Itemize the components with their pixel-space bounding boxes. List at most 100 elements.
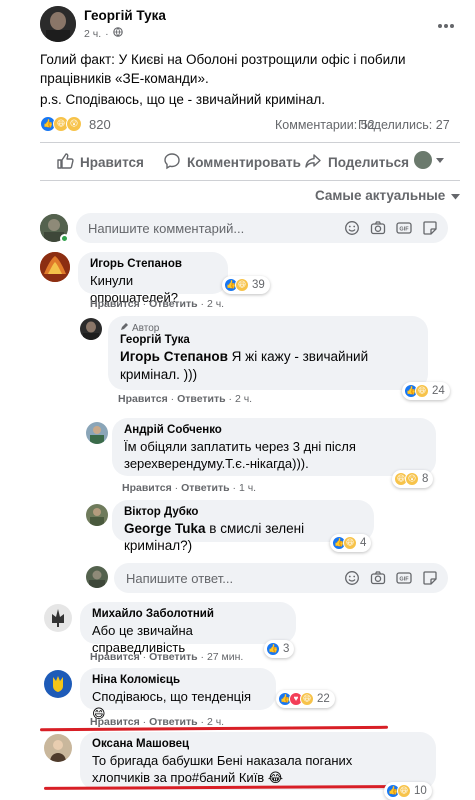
online-status-dot [60, 234, 69, 243]
commenter-name[interactable]: Игорь Степанов [90, 258, 216, 270]
comment-time[interactable]: 1 ч. [239, 482, 256, 494]
sticker-icon[interactable] [422, 570, 438, 586]
more-options-icon[interactable] [436, 16, 456, 28]
share-button[interactable]: Поделиться [304, 152, 409, 173]
smiley-icon[interactable] [344, 220, 360, 236]
wow-reaction-icon: 😮 [405, 472, 419, 486]
commenter-name[interactable]: Георгій Тука [120, 334, 416, 346]
comment-icon [163, 152, 181, 173]
comment-time[interactable]: 2 ч. [235, 393, 252, 405]
comment-time[interactable]: 2 ч. [207, 298, 224, 310]
separator: · [142, 298, 147, 310]
comment-reactions[interactable]: 👍 😆 24 [402, 382, 450, 400]
comment-input[interactable]: Напишите комментарий... GIF [76, 213, 448, 243]
comment-text: Игорь Степанов Я жі кажу - звичайний кри… [120, 348, 416, 384]
avatar[interactable] [86, 504, 108, 526]
smiley-icon[interactable] [344, 570, 360, 586]
haha-reaction-icon: 😆 [300, 692, 314, 706]
reaction-count: 10 [414, 785, 427, 797]
commenter-name[interactable]: Оксана Машовец [92, 738, 424, 750]
like-link[interactable]: Нравится [118, 393, 168, 405]
like-button[interactable]: Нравится [56, 152, 144, 173]
comment-time[interactable]: 27 мин. [207, 651, 243, 663]
reaction-count: 24 [432, 385, 445, 397]
post-author-name[interactable]: Георгій Тука [84, 8, 166, 23]
reaction-count: 4 [360, 537, 367, 549]
commenter-name[interactable]: Віктор Дубко [124, 506, 362, 518]
like-label: Нравится [80, 155, 144, 170]
like-link[interactable]: Нравится [90, 651, 140, 663]
like-link[interactable]: Нравится [90, 716, 140, 728]
reply-input[interactable]: Напишите ответ... GIF [114, 563, 448, 593]
reply-link[interactable]: Ответить [149, 651, 198, 663]
reply-link[interactable]: Ответить [149, 298, 198, 310]
camera-icon[interactable] [370, 570, 386, 586]
avatar[interactable] [40, 252, 70, 282]
sort-label: Самые актуальные [315, 188, 446, 203]
wow-reaction-icon: 😮 [66, 116, 82, 132]
separator: · [142, 716, 147, 728]
comment-bubble: Игорь Степанов Кинули опрошателей? [78, 252, 228, 305]
comment-reactions[interactable]: 👍 😆 39 [222, 276, 270, 294]
sort-dropdown[interactable]: Самые актуальные [315, 188, 461, 203]
avatar[interactable] [80, 318, 102, 340]
comment-actions: Нравится · Ответить · 1 ч. [122, 482, 256, 494]
like-link[interactable]: Нравится [90, 298, 140, 310]
share-as-selector[interactable] [414, 151, 444, 169]
divider [40, 142, 460, 143]
reactions-count: 820 [89, 116, 111, 132]
separator: · [200, 651, 205, 663]
mention-link[interactable]: Игорь Степанов [120, 349, 228, 364]
like-link[interactable]: Нравится [122, 482, 172, 494]
separator: · [228, 393, 233, 405]
comment-bubble: Оксана Машовец То бригада бабушки Бені н… [80, 732, 436, 790]
comment-placeholder: Напишите комментарий... [88, 221, 245, 236]
author-badge-label: Автор [132, 322, 160, 334]
comment-button[interactable]: Комментировать [163, 152, 301, 173]
comment-bubble: Андрій Собченко Їм обіцяли заплатить чер… [112, 418, 436, 476]
reaction-count: 22 [317, 693, 330, 705]
comment-reactions[interactable]: 👍 3 [264, 640, 295, 658]
shares-count[interactable]: Поделились: 27 [358, 118, 450, 132]
caret-down-icon [436, 151, 444, 169]
commenter-name[interactable]: Михайло Заболотний [92, 608, 284, 620]
comment-bubble: Автор Георгій Тука Игорь Степанов Я жі к… [108, 316, 428, 390]
author-badge: Автор [120, 322, 416, 334]
comment-reactions[interactable]: 👍 😆 4 [330, 534, 372, 552]
reply-link[interactable]: Ответить [177, 393, 226, 405]
sticker-icon[interactable] [422, 220, 438, 236]
post-text: Голий факт: У Києві на Оболоні розтрощил… [40, 52, 406, 86]
post-time: 2 ч. · [84, 27, 123, 40]
reaction-count: 8 [422, 473, 429, 485]
comment-actions: Нравится · Ответить · 27 мин. [90, 651, 243, 663]
comment-actions: Нравится · Ответить · 2 ч. [90, 298, 224, 310]
comment-bubble: Ніна Коломієць Сподіваюсь, що тенденція … [80, 668, 276, 721]
share-icon [304, 152, 322, 173]
avatar[interactable] [44, 734, 72, 762]
comment-reactions[interactable]: 😆 😮 8 [392, 470, 434, 488]
commenter-name[interactable]: Андрій Собченко [124, 424, 424, 436]
comment-reactions[interactable]: 👍 ♥ 😆 22 [276, 690, 335, 708]
reply-placeholder: Напишите ответ... [126, 571, 234, 586]
commenter-name[interactable]: Ніна Коломієць [92, 674, 264, 686]
reaction-count: 39 [252, 279, 265, 291]
svg-text:GIF: GIF [399, 227, 409, 233]
avatar[interactable] [86, 422, 108, 444]
divider [40, 180, 460, 181]
comment-reactions[interactable]: 👍 😆 10 [384, 782, 432, 800]
mention-link[interactable]: George Tuka [124, 521, 206, 536]
avatar[interactable] [44, 670, 72, 698]
gif-icon[interactable]: GIF [396, 570, 412, 586]
post-author-avatar[interactable] [40, 6, 76, 42]
avatar[interactable] [44, 604, 72, 632]
svg-text:GIF: GIF [399, 577, 409, 583]
viewer-avatar [414, 151, 432, 169]
gif-icon[interactable]: GIF [396, 220, 412, 236]
post-reactions[interactable]: 👍 😆 😮 820 [40, 116, 111, 132]
reply-link[interactable]: Ответить [181, 482, 230, 494]
comment-text: Їм обіцяли заплатить через 3 дні після з… [124, 439, 356, 471]
camera-icon[interactable] [370, 220, 386, 236]
thumbs-up-icon [56, 152, 74, 173]
post-time-text[interactable]: 2 ч. [84, 28, 101, 40]
separator: · [232, 482, 237, 494]
